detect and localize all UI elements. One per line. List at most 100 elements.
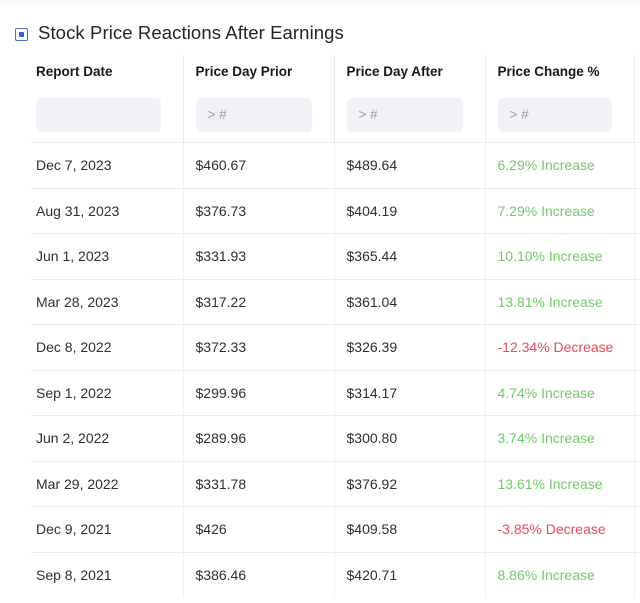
cell-price-prior: $331.93 [182, 233, 334, 279]
cell-price-prior-text: $331.93 [195, 248, 247, 265]
cell-price-after-text: $420.71 [346, 566, 398, 583]
cell-overflow [633, 369, 640, 416]
filter-cell-report-date [31, 87, 183, 143]
cell-price-after: $300.80 [333, 415, 485, 461]
table-row[interactable]: Jun 2, 2022 $289.96 $300.80 3.74% Increase [31, 415, 640, 461]
cell-price-after: $314.17 [333, 369, 485, 416]
cell-price-after: $404.19 [333, 187, 485, 234]
cell-report-date: Dec 8, 2022 [31, 324, 183, 370]
filter-input-price-day-after[interactable] [346, 97, 463, 132]
cell-price-after-text: $300.80 [346, 430, 398, 447]
cell-price-after: $489.64 [333, 142, 485, 188]
cell-price-after-text: $326.39 [346, 339, 398, 356]
cell-price-after: $420.71 [333, 551, 485, 597]
column-header-price-day-after[interactable]: Price Day After [333, 55, 485, 87]
filter-input-price-change-pct[interactable] [497, 97, 612, 132]
table-body: Dec 7, 2023 $460.67 $489.64 6.29% Increase A… [31, 142, 640, 597]
filter-input-price-day-prior[interactable] [195, 97, 312, 132]
page-root: Stock Price Reactions After Earnings Rep… [0, 0, 640, 603]
cell-price-prior: $331.78 [182, 460, 334, 507]
cell-report-date-text: Mar 28, 2023 [36, 293, 119, 310]
cell-price-change: 13.61% Increase [484, 460, 634, 507]
cell-price-change-text: -3.85% Decrease [497, 521, 606, 538]
cell-report-date-text: Sep 1, 2022 [36, 384, 112, 401]
cell-price-after-text: $376.92 [346, 475, 398, 492]
cell-price-change: 10.10% Increase [484, 233, 634, 279]
cell-overflow [633, 278, 640, 325]
cell-report-date-text: Dec 7, 2023 [36, 157, 112, 174]
column-header-report-date[interactable]: Report Date [31, 55, 183, 87]
cell-report-date: Sep 8, 2021 [31, 551, 183, 597]
cell-report-date: Dec 9, 2021 [31, 506, 183, 552]
cell-price-after-text: $314.17 [346, 384, 398, 401]
table-row[interactable]: Mar 29, 2022 $331.78 $376.92 13.61% Increas… [31, 460, 640, 507]
cell-overflow [633, 142, 640, 188]
cell-price-change-text: 3.74% Increase [497, 430, 595, 447]
cell-report-date: Sep 1, 2022 [31, 369, 183, 416]
cell-price-change: -3.85% Decrease [484, 506, 634, 552]
filter-input-report-date[interactable] [36, 97, 161, 132]
cell-price-prior-text: $289.96 [195, 430, 247, 447]
page-title-row: Stock Price Reactions After Earnings [0, 0, 640, 48]
cell-price-change-text: -12.34% Decrease [497, 339, 614, 356]
table-row[interactable]: Dec 9, 2021 $426 $409.58 -3.85% Decrease [31, 506, 640, 552]
cell-price-change: 4.74% Increase [484, 369, 634, 416]
cell-price-prior-text: $372.33 [195, 339, 247, 356]
cell-overflow [633, 460, 640, 507]
cell-report-date-text: Dec 9, 2021 [36, 521, 112, 538]
table-row[interactable]: Jun 1, 2023 $331.93 $365.44 10.10% Increase [31, 233, 640, 279]
cell-price-change: 13.81% Increase [484, 278, 634, 325]
cell-price-prior-text: $376.73 [195, 202, 247, 219]
cell-price-change: 3.74% Increase [484, 415, 634, 461]
cell-overflow [633, 187, 640, 234]
cell-price-prior-text: $460.67 [195, 157, 247, 174]
cell-price-after-text: $361.04 [346, 293, 398, 310]
cell-overflow [633, 233, 640, 279]
cell-price-prior-text: $299.96 [195, 384, 247, 401]
cell-price-change-text: 10.10% Increase [497, 248, 603, 265]
table-row[interactable]: Aug 31, 2023 $376.73 $404.19 7.29% Increase [31, 187, 640, 234]
table-row[interactable]: Sep 8, 2021 $386.46 $420.71 8.86% Increase [31, 551, 640, 597]
table-row[interactable]: Dec 8, 2022 $372.33 $326.39 -12.34% Decreas… [31, 324, 640, 370]
cell-price-change: -12.34% Decrease [484, 324, 634, 370]
column-header-price-change-pct[interactable]: Price Change % [484, 55, 634, 87]
cell-overflow [633, 506, 640, 552]
cell-price-after-text: $409.58 [346, 521, 398, 538]
column-header-price-day-prior[interactable]: Price Day Prior [182, 55, 334, 87]
cell-price-change: 6.29% Increase [484, 142, 634, 188]
table-row[interactable]: Mar 28, 2023 $317.22 $361.04 13.81% Increas… [31, 278, 640, 325]
cell-price-after: $376.92 [333, 460, 485, 507]
top-edge-band [0, 0, 640, 6]
cell-report-date-text: Aug 31, 2023 [36, 202, 120, 219]
table-row[interactable]: Sep 1, 2022 $299.96 $314.17 4.74% Increase [31, 369, 640, 416]
cell-report-date-text: Dec 8, 2022 [36, 339, 112, 356]
filter-cell-overflow [633, 87, 640, 143]
cell-overflow [633, 551, 640, 597]
filter-cell-price-day-after [333, 87, 485, 143]
cell-price-change-text: 8.86% Increase [497, 566, 595, 583]
cell-price-prior: $372.33 [182, 324, 334, 370]
cell-price-change: 7.29% Increase [484, 187, 634, 234]
cell-price-after-text: $404.19 [346, 202, 398, 219]
cell-price-prior-text: $386.46 [195, 566, 247, 583]
table-filter-row [31, 87, 640, 143]
cell-report-date: Dec 7, 2023 [31, 142, 183, 188]
cell-report-date: Jun 1, 2023 [31, 233, 183, 279]
cell-report-date-text: Mar 29, 2022 [36, 475, 119, 492]
cell-price-prior: $289.96 [182, 415, 334, 461]
filter-cell-price-change-pct [484, 87, 634, 143]
cell-price-change-text: 13.81% Increase [497, 293, 603, 310]
table-header-row: Report Date Price Day Prior Price Day Af… [31, 55, 640, 87]
cell-price-after-text: $365.44 [346, 248, 398, 265]
cell-price-change: 8.86% Increase [484, 551, 634, 597]
filter-cell-price-day-prior [182, 87, 334, 143]
table-container: Report Date Price Day Prior Price Day Af… [0, 55, 640, 597]
cell-price-after: $326.39 [333, 324, 485, 370]
column-header-overflow [633, 55, 640, 87]
cell-report-date: Mar 29, 2022 [31, 460, 183, 507]
cell-report-date: Mar 28, 2023 [31, 278, 183, 325]
cell-price-after: $361.04 [333, 278, 485, 325]
cell-price-after: $365.44 [333, 233, 485, 279]
table-row[interactable]: Dec 7, 2023 $460.67 $489.64 6.29% Increase [31, 142, 640, 188]
cell-price-prior-text: $331.78 [195, 475, 247, 492]
